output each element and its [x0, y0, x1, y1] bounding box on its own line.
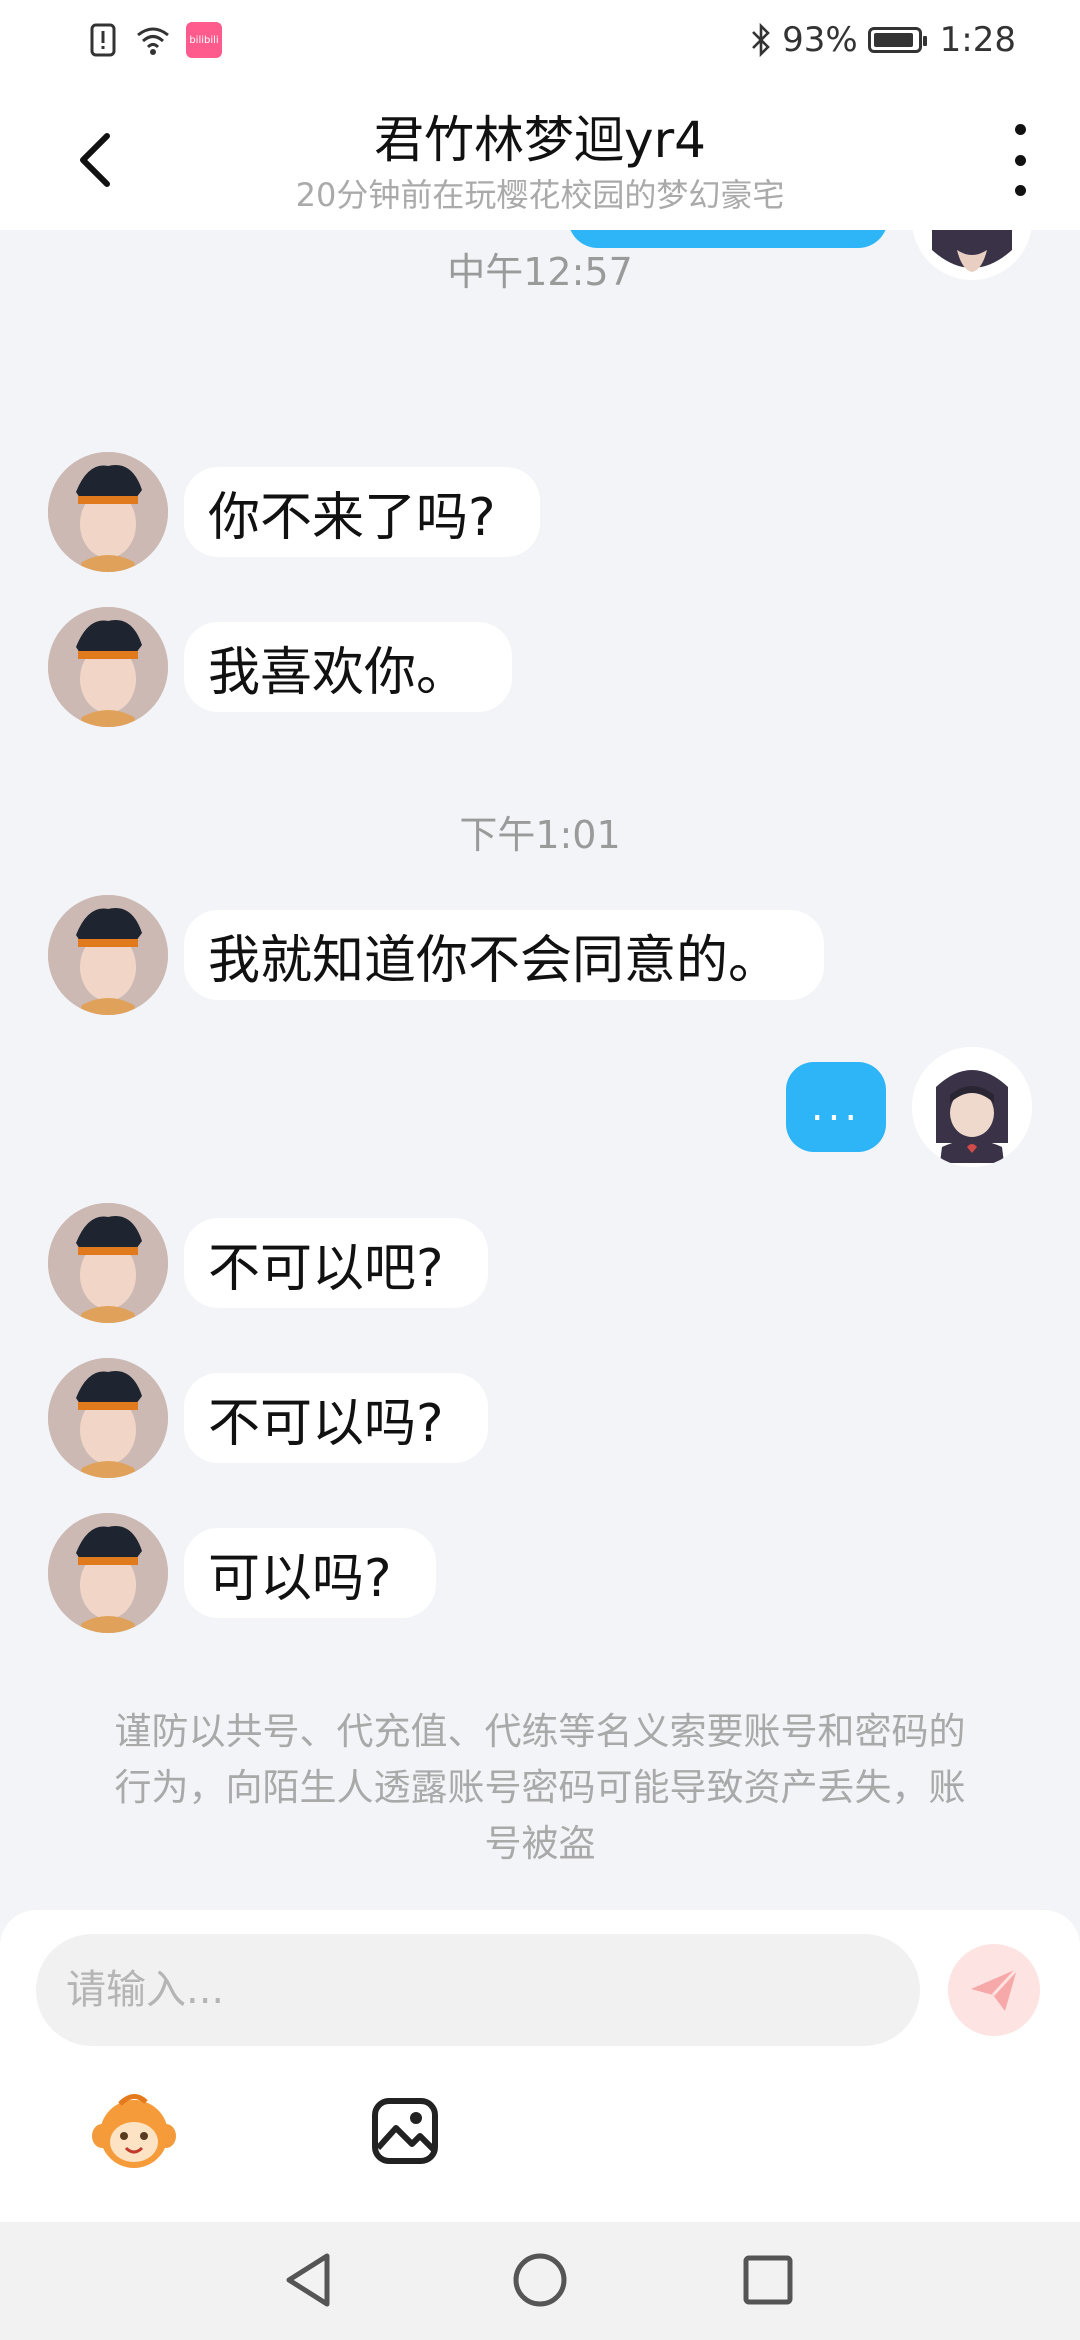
timestamp: 下午1:01: [459, 813, 621, 857]
clock: 1:28: [939, 20, 1016, 60]
contact-avatar-image: [48, 1513, 168, 1633]
contact-avatar[interactable]: [48, 1203, 168, 1323]
contact-avatar[interactable]: [48, 895, 168, 1015]
security-warning: 谨防以共号、代充值、代练等名义索要账号和密码的行为，向陌生人透露账号密码可能导致…: [114, 1710, 966, 1865]
bluetooth-icon: [752, 23, 770, 57]
image-button[interactable]: [370, 2096, 440, 2166]
send-icon: [971, 1967, 1019, 2011]
contact-avatar[interactable]: [48, 1513, 168, 1633]
chat-header: 君竹林梦迴yr4 20分钟前在玩樱花校园的梦幻豪宅: [0, 84, 1080, 230]
contact-avatar-image: [48, 895, 168, 1015]
bilibili-app-icon: bilibili: [186, 22, 222, 58]
wifi-icon: [137, 27, 169, 55]
incoming-message-bubble[interactable]: 我就知道你不会同意的。: [184, 910, 825, 1000]
chat-area[interactable]: 中午12:57 你不来了吗? 我喜欢你。 下午1:01 我就知道你不会同意的。 …: [0, 230, 1080, 1910]
incoming-message-row: 我就知道你不会同意的。: [48, 895, 825, 1015]
incoming-message-bubble[interactable]: 可以吗?: [184, 1528, 436, 1618]
send-button[interactable]: [948, 1944, 1040, 2036]
more-dot: [1014, 185, 1026, 196]
chat-title: 君竹林梦迴yr4: [374, 111, 706, 169]
status-bar: bilibili 93% 1:28: [0, 0, 1080, 84]
incoming-message-bubble[interactable]: 不可以吧?: [184, 1218, 488, 1308]
contact-avatar-image: [48, 452, 168, 572]
more-dot: [1014, 154, 1026, 166]
system-nav-bar: [0, 2222, 1080, 2340]
battery-fill: [873, 33, 913, 47]
user-avatar-image: [912, 1047, 1032, 1167]
timestamp: 中午12:57: [447, 250, 633, 294]
status-right: 93% 1:28: [750, 20, 1016, 60]
nav-home-button[interactable]: [510, 2250, 570, 2310]
battery-percent: 93%: [782, 20, 858, 60]
emoji-icon: [92, 2094, 176, 2168]
contact-avatar-image: [48, 1203, 168, 1323]
nav-back-button[interactable]: [278, 2250, 338, 2310]
incoming-message-row: 可以吗?: [48, 1513, 436, 1633]
nav-recents-button[interactable]: [738, 2250, 798, 2310]
incoming-message-row: 你不来了吗?: [48, 452, 540, 572]
nav-recents-icon: [743, 2255, 793, 2305]
outgoing-message-bubble[interactable]: ...: [786, 1062, 886, 1152]
incoming-message-bubble[interactable]: 我喜欢你。: [184, 622, 513, 712]
image-icon: [372, 2098, 438, 2164]
input-panel: [0, 1910, 1080, 2222]
nav-home-icon: [513, 2253, 567, 2307]
incoming-message-row: 我喜欢你。: [48, 607, 513, 727]
more-dot: [1014, 124, 1026, 135]
chat-subtitle: 20分钟前在玩樱花校园的梦幻豪宅: [295, 176, 785, 214]
nav-back-icon: [286, 2253, 330, 2307]
emoji-button[interactable]: [90, 2086, 178, 2174]
contact-avatar[interactable]: [48, 607, 168, 727]
notification-icon: [90, 23, 116, 57]
outgoing-message-row: ...: [786, 1047, 1032, 1167]
incoming-message-row: 不可以吗?: [48, 1358, 488, 1478]
more-options-button[interactable]: [1000, 124, 1040, 196]
incoming-message-bubble[interactable]: 你不来了吗?: [184, 467, 540, 557]
status-left-icons: bilibili: [88, 22, 222, 58]
contact-avatar-image: [48, 607, 168, 727]
user-avatar[interactable]: [912, 1047, 1032, 1167]
incoming-message-row: 不可以吧?: [48, 1203, 488, 1323]
app-badge-text: bilibili: [189, 34, 219, 46]
message-input[interactable]: [36, 1934, 920, 2046]
contact-avatar[interactable]: [48, 1358, 168, 1478]
contact-avatar[interactable]: [48, 452, 168, 572]
contact-avatar-image: [48, 1358, 168, 1478]
battery-icon: [867, 27, 927, 53]
incoming-message-bubble[interactable]: 不可以吗?: [184, 1373, 488, 1463]
